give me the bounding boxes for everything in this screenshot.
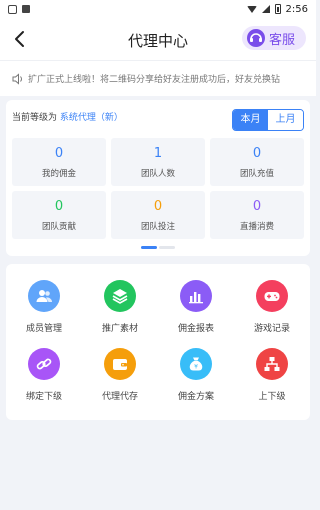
- level-prefix: 当前等级为: [12, 113, 58, 123]
- stat-cell: 0 团队投注: [111, 191, 205, 239]
- stats-grid: 0 我的佣金 1 团队人数 0 团队充值 0 团队贡献 0 团队投注 0 直播消…: [12, 138, 304, 239]
- stat-label: 团队充值: [239, 169, 274, 179]
- menu-label: 佣金报表: [177, 324, 214, 334]
- function-menu-card: 成员管理 推广素材 佣金报表 游戏记录 绑定下级 代理代存 ¥ 佣金方案 上下级: [6, 264, 310, 420]
- stat-value: 0: [153, 199, 163, 214]
- notification-icon: [8, 4, 17, 14]
- notification-icon: [22, 5, 30, 13]
- wallet-icon: [104, 348, 136, 380]
- headset-icon: [247, 29, 265, 47]
- menu-label: 成员管理: [25, 324, 62, 334]
- svg-text:¥: ¥: [194, 364, 198, 371]
- menu-item-materials[interactable]: 推广素材: [82, 280, 158, 334]
- signal-icon: [261, 5, 270, 13]
- stat-cell: 0 团队充值: [210, 138, 304, 186]
- menu-item-hierarchy[interactable]: 上下级: [234, 348, 310, 402]
- stat-cell: 0 直播消费: [210, 191, 304, 239]
- customer-service-label: 客服: [269, 32, 296, 48]
- tab-last-month[interactable]: 上月: [268, 110, 303, 130]
- pager-dots: [6, 246, 310, 249]
- status-bar: 2:56: [0, 0, 316, 18]
- gamepad-icon: [256, 280, 288, 312]
- pager-dot-active: [141, 246, 157, 249]
- members-icon: [28, 280, 60, 312]
- app-header: 代理中心 客服: [0, 18, 316, 60]
- money-bag-icon: ¥: [180, 348, 212, 380]
- menu-label: 推广素材: [101, 324, 138, 334]
- menu-item-commission-report[interactable]: 佣金报表: [158, 280, 234, 334]
- function-menu: 成员管理 推广素材 佣金报表 游戏记录 绑定下级 代理代存 ¥ 佣金方案 上下级: [6, 280, 310, 402]
- stat-value: 0: [54, 146, 64, 161]
- agent-level: 当前等级为 系统代理（新）: [12, 110, 123, 123]
- menu-label: 代理代存: [101, 392, 138, 402]
- bar-chart-icon: [180, 280, 212, 312]
- stats-card: 当前等级为 系统代理（新） 本月 上月 0 我的佣金 1 团队人数 0 团队充值…: [6, 100, 310, 256]
- menu-item-commission-plan[interactable]: ¥ 佣金方案: [158, 348, 234, 402]
- speaker-icon: [12, 72, 22, 85]
- menu-item-bind-subordinate[interactable]: 绑定下级: [6, 348, 82, 402]
- wifi-icon: [246, 5, 257, 13]
- hierarchy-icon: [256, 348, 288, 380]
- stat-value: 1: [153, 146, 163, 161]
- menu-label: 佣金方案: [177, 392, 214, 402]
- stat-value: 0: [54, 199, 64, 214]
- stat-label: 团队贡献: [41, 222, 76, 232]
- menu-label: 上下级: [258, 392, 286, 402]
- stat-value: 0: [252, 146, 262, 161]
- link-icon: [28, 348, 60, 380]
- menu-item-agent-deposit[interactable]: 代理代存: [82, 348, 158, 402]
- stat-label: 直播消费: [239, 222, 274, 232]
- status-time: 2:56: [285, 3, 308, 15]
- customer-service-button[interactable]: 客服: [242, 26, 306, 50]
- battery-icon: [274, 4, 281, 14]
- menu-label: 游戏记录: [253, 324, 290, 334]
- stat-label: 团队投注: [140, 222, 175, 232]
- stat-label: 团队人数: [140, 169, 175, 179]
- menu-item-game-records[interactable]: 游戏记录: [234, 280, 310, 334]
- status-notifications: [8, 4, 30, 14]
- notice-text: 扩广正式上线啦！将二维码分享给好友注册成功后，好友兑换钻: [28, 75, 281, 85]
- stat-cell: 0 我的佣金: [12, 138, 106, 186]
- level-value: 系统代理（新）: [59, 113, 123, 123]
- menu-item-members[interactable]: 成员管理: [6, 280, 82, 334]
- notice-bar: 扩广正式上线啦！将二维码分享给好友注册成功后，好友兑换钻: [0, 60, 316, 96]
- period-toggle: 本月 上月: [232, 109, 304, 131]
- stat-value: 0: [252, 199, 262, 214]
- stat-cell: 0 团队贡献: [12, 191, 106, 239]
- stat-label: 我的佣金: [41, 169, 76, 179]
- status-system: 2:56: [246, 3, 308, 15]
- layers-icon: [104, 280, 136, 312]
- stat-cell: 1 团队人数: [111, 138, 205, 186]
- menu-label: 绑定下级: [25, 392, 62, 402]
- tab-this-month[interactable]: 本月: [233, 110, 268, 130]
- pager-dot: [159, 246, 175, 249]
